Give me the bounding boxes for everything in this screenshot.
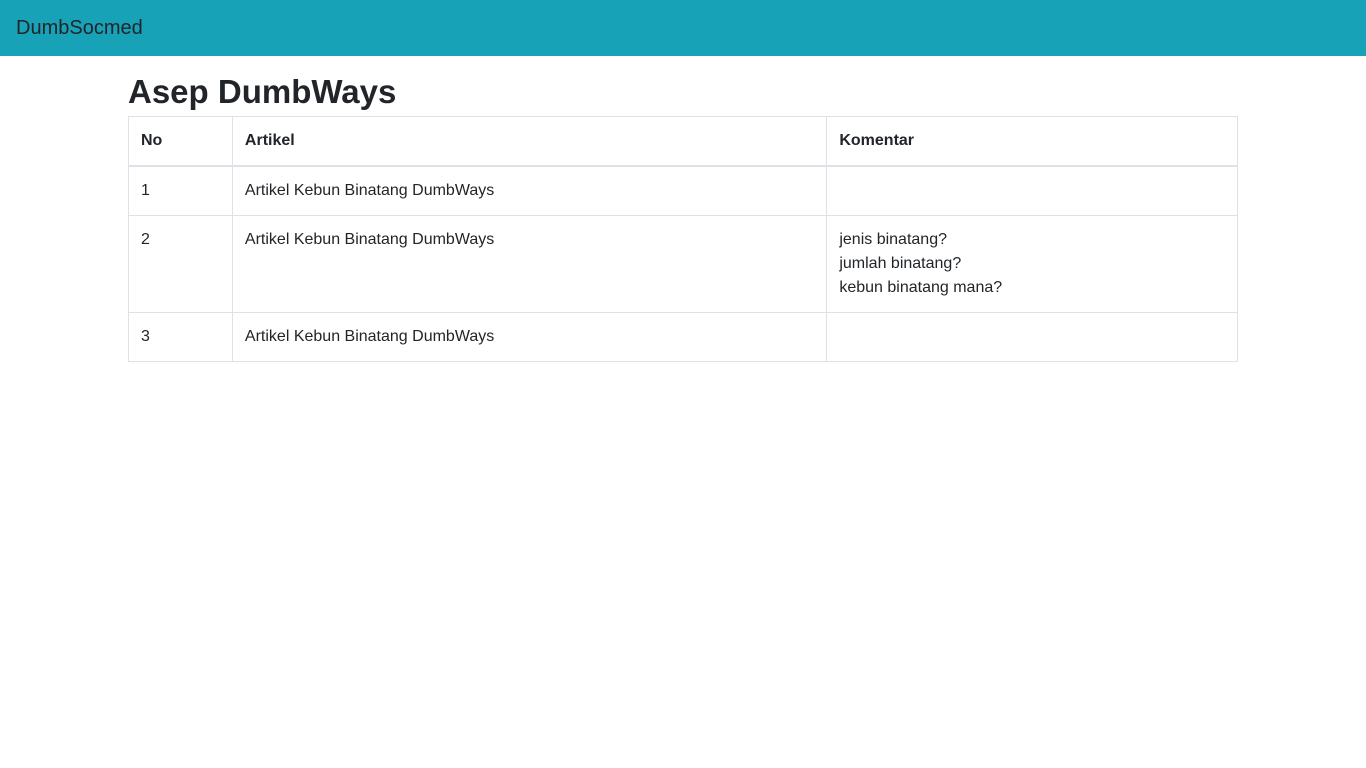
article-title: Artikel Kebun Binatang DumbWays (231, 215, 828, 313)
brand-link[interactable]: DumbSocmed (16, 17, 143, 40)
comments-cell (826, 312, 1238, 362)
comments-cell: jenis binatang? jumlah binatang? kebun b… (826, 215, 1238, 313)
article-title: Artikel Kebun Binatang DumbWays (231, 312, 828, 362)
column-header-komentar: Komentar (826, 116, 1238, 167)
table-row: 3 Artikel Kebun Binatang DumbWays (128, 312, 1238, 362)
comments-cell (826, 165, 1238, 216)
main-container: Asep DumbWays No Artikel Komentar 1 Arti… (128, 72, 1238, 362)
table-header: No Artikel Komentar (128, 116, 1238, 167)
comment-item: jumlah binatang? (839, 255, 962, 272)
comment-item: kebun binatang mana? (839, 279, 1003, 296)
row-number: 2 (128, 215, 233, 313)
navbar: DumbSocmed (0, 0, 1366, 56)
row-number: 1 (128, 165, 233, 216)
table-body: 1 Artikel Kebun Binatang DumbWays 2 Arti… (128, 165, 1238, 362)
column-header-no: No (128, 116, 233, 167)
articles-table: No Artikel Komentar 1 Artikel Kebun Bina… (128, 116, 1238, 362)
table-row: 1 Artikel Kebun Binatang DumbWays (128, 165, 1238, 216)
page-title: Asep DumbWays (128, 73, 397, 110)
column-header-artikel: Artikel (231, 116, 828, 167)
row-number: 3 (128, 312, 233, 362)
table-row: 2 Artikel Kebun Binatang DumbWays jenis … (128, 215, 1238, 313)
article-title: Artikel Kebun Binatang DumbWays (231, 165, 828, 216)
comment-item: jenis binatang? (839, 231, 947, 248)
table-header-row: No Artikel Komentar (128, 116, 1238, 167)
